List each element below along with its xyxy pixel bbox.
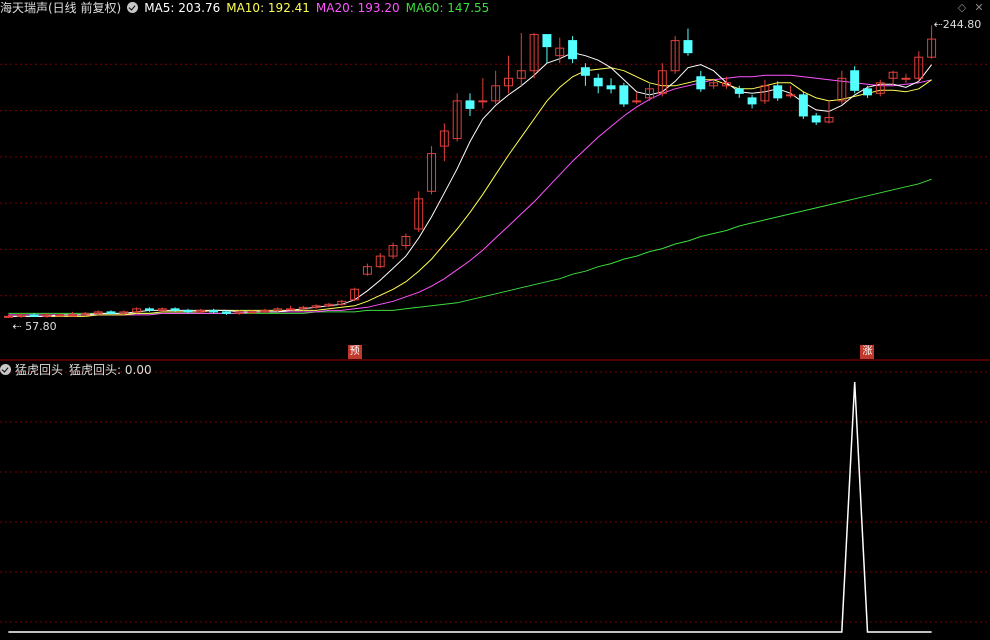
candle-down[interactable]	[209, 309, 219, 313]
candle-down[interactable]	[863, 88, 872, 96]
indicator-series	[8, 381, 932, 633]
candle-down[interactable]	[106, 311, 116, 314]
candle-up[interactable]	[786, 94, 796, 97]
price-chart-canvas[interactable]	[0, 0, 990, 640]
candle-up[interactable]	[632, 100, 642, 103]
low-price-icon: ⇠	[12, 319, 26, 333]
settings-check-icon[interactable]	[127, 2, 139, 13]
candle-up[interactable]	[3, 315, 13, 318]
candle-down[interactable]	[798, 94, 808, 117]
candle-down[interactable]	[221, 311, 231, 314]
candle-down[interactable]	[683, 40, 693, 54]
candle-down[interactable]	[606, 85, 616, 90]
indicator-line	[8, 381, 932, 633]
moving-averages	[8, 52, 932, 317]
candle-up[interactable]	[286, 308, 295, 311]
signal-yu-badge[interactable]: 预	[347, 345, 362, 359]
candle-up[interactable]	[901, 77, 911, 80]
ma10-label: MA10: 192.41	[226, 1, 310, 15]
high-price-label: ⇠244.80	[933, 17, 982, 31]
candle-up[interactable]	[68, 314, 77, 317]
candlesticks[interactable]	[3, 25, 937, 318]
indicator-check-icon[interactable]	[0, 364, 11, 375]
candle-down[interactable]	[580, 67, 590, 76]
indicator-name[interactable]: 猛虎回头	[15, 363, 63, 377]
candle-down[interactable]	[170, 308, 180, 311]
ma20-label: MA20: 193.20	[315, 1, 400, 15]
candle-down[interactable]	[542, 34, 552, 48]
candle-down[interactable]	[568, 40, 578, 60]
candle-down[interactable]	[747, 97, 757, 105]
indicator-header: 猛虎回头 猛虎回头: 0.00	[0, 362, 152, 378]
low-price-label: ⇠ 57.80	[12, 319, 57, 333]
ma60-line	[8, 178, 932, 314]
ma60-label: MA60: 147.55	[405, 1, 490, 15]
close-icon[interactable]: ✕	[973, 2, 985, 14]
candle-up[interactable]	[55, 314, 65, 317]
diamond-icon[interactable]: ◇	[956, 2, 968, 14]
candle-down[interactable]	[593, 77, 603, 87]
candle-down[interactable]	[29, 314, 39, 317]
candle-up[interactable]	[247, 311, 257, 314]
candle-down[interactable]	[144, 308, 154, 311]
candle-up[interactable]	[478, 100, 488, 103]
stock-title[interactable]: 海天瑞声(日线 前复权)	[0, 1, 121, 15]
signal-zhang-badge[interactable]: 涨	[860, 345, 875, 359]
candle-down[interactable]	[850, 70, 860, 91]
candle-down[interactable]	[619, 85, 629, 105]
indicator-value: 猛虎回头: 0.00	[69, 363, 152, 377]
candle-down[interactable]	[465, 100, 475, 109]
chart-header: 海天瑞声(日线 前复权) MA5: 203.76 MA10: 192.41 MA20:…	[0, 0, 495, 16]
chart-grid	[0, 63, 990, 623]
candle-down[interactable]	[773, 85, 783, 99]
candle-down[interactable]	[696, 76, 706, 90]
candle-down[interactable]	[811, 115, 821, 123]
ma5-label: MA5: 203.76	[144, 1, 221, 15]
candle-down[interactable]	[734, 88, 744, 94]
high-price-icon: ⇠	[933, 17, 943, 31]
ma5-line	[8, 52, 932, 317]
candle-down[interactable]	[183, 309, 193, 313]
